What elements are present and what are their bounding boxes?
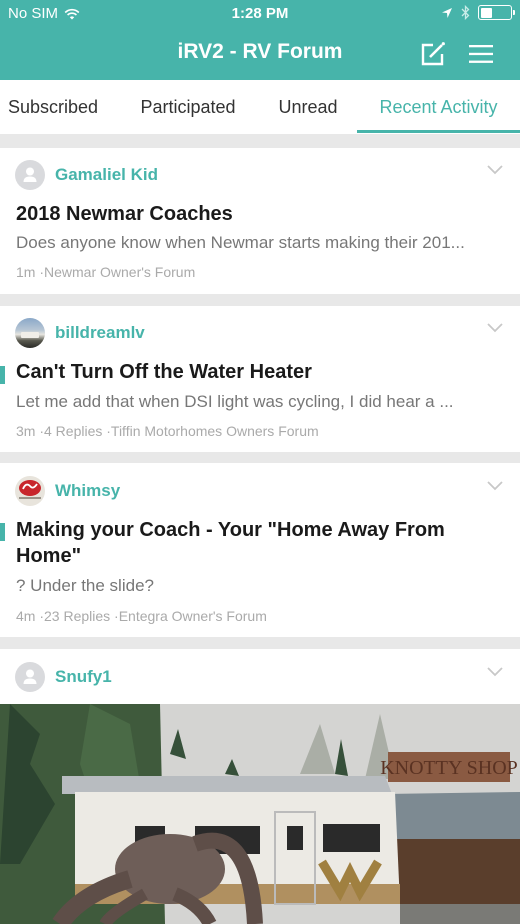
menu-button[interactable] bbox=[468, 44, 494, 64]
post-card[interactable]: Gamaliel Kid 2018 Newmar Coaches Does an… bbox=[0, 148, 520, 294]
post-title[interactable]: Making your Coach - Your "Home Away From… bbox=[16, 517, 506, 569]
battery-tip bbox=[512, 10, 515, 15]
rv-photo-thumbnail bbox=[21, 332, 39, 338]
avatar[interactable] bbox=[15, 476, 45, 506]
author-name[interactable]: Snufy1 bbox=[55, 667, 112, 687]
post-card[interactable]: Whimsy Making your Coach - Your "Home Aw… bbox=[0, 463, 520, 637]
location-arrow-icon bbox=[442, 7, 452, 18]
avatar[interactable] bbox=[15, 318, 45, 348]
unread-indicator bbox=[0, 523, 5, 541]
integra-logo-icon bbox=[19, 480, 41, 499]
author-name[interactable]: billdreamlv bbox=[55, 323, 145, 343]
chevron-down-icon[interactable] bbox=[486, 322, 504, 334]
post-excerpt: Does anyone know when Newmar starts maki… bbox=[16, 233, 465, 252]
tab-recent-activity[interactable]: Recent Activity bbox=[357, 80, 520, 134]
post-title[interactable]: Can't Turn Off the Water Heater bbox=[16, 359, 506, 385]
post-image[interactable]: KNOTTY SHOP bbox=[0, 704, 520, 924]
tab-bar: Subscribed Participated Unread Recent Ac… bbox=[0, 80, 520, 134]
status-bar: No SIM 1:28 PM bbox=[0, 0, 520, 28]
tab-subscribed[interactable]: Subscribed bbox=[0, 80, 106, 134]
app-header: No SIM 1:28 PM iRV2 - RV Forum bbox=[0, 0, 520, 80]
active-tab-indicator bbox=[357, 130, 520, 133]
avatar[interactable] bbox=[15, 662, 45, 692]
compose-button[interactable] bbox=[420, 41, 446, 67]
default-user-icon bbox=[23, 669, 37, 684]
battery-level bbox=[480, 7, 492, 18]
unread-indicator bbox=[0, 366, 5, 384]
tab-participated[interactable]: Participated bbox=[128, 80, 248, 134]
rv-scene-photo: KNOTTY SHOP bbox=[0, 704, 520, 924]
battery-icon bbox=[478, 5, 515, 20]
post-excerpt: ? Under the slide? bbox=[16, 576, 154, 595]
chevron-down-icon[interactable] bbox=[486, 164, 504, 176]
tab-unread[interactable]: Unread bbox=[270, 80, 346, 134]
post-card[interactable]: billdreamlv Can't Turn Off the Water Hea… bbox=[0, 306, 520, 452]
author-name[interactable]: Whimsy bbox=[55, 481, 120, 501]
bluetooth-icon bbox=[461, 5, 470, 20]
chevron-down-icon[interactable] bbox=[486, 666, 504, 678]
avatar[interactable] bbox=[15, 160, 45, 190]
default-user-icon bbox=[23, 167, 37, 182]
status-right bbox=[441, 5, 515, 20]
author-name[interactable]: Gamaliel Kid bbox=[55, 165, 158, 185]
post-meta: 1m ·Newmar Owner's Forum bbox=[16, 264, 196, 280]
post-title[interactable]: 2018 Newmar Coaches bbox=[16, 201, 506, 227]
compose-icon bbox=[421, 42, 445, 66]
post-excerpt: Let me add that when DSI light was cycli… bbox=[16, 392, 454, 411]
chevron-down-icon[interactable] bbox=[486, 480, 504, 492]
post-meta: 3m ·4 Replies ·Tiffin Motorhomes Owners … bbox=[16, 423, 319, 439]
post-meta: 4m ·23 Replies ·Entegra Owner's Forum bbox=[16, 608, 267, 624]
hamburger-menu-icon bbox=[469, 45, 493, 63]
knotty-shop-sign-text: KNOTTY SHOP bbox=[380, 757, 518, 779]
